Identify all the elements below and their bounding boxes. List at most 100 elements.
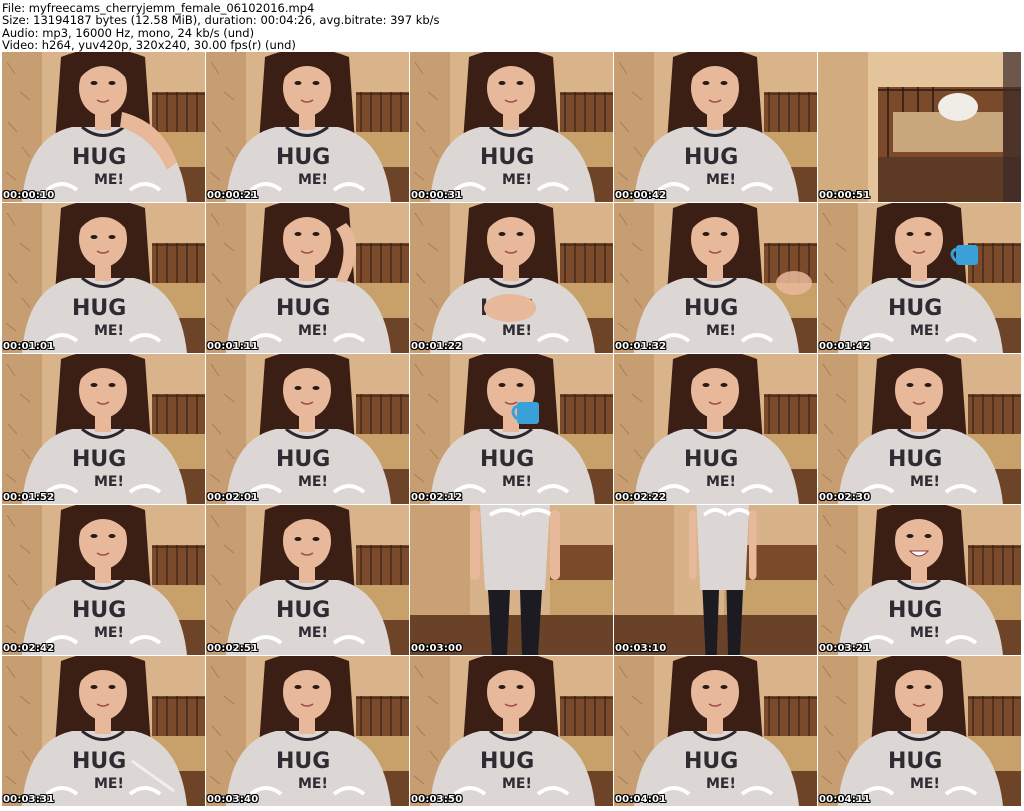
thumbnail-frame: HUG ME! 00:01:42 [818, 203, 1021, 353]
thumbnail-image: HUG ME! [206, 505, 409, 655]
thumbnail-frame: HUG ME! 00:01:01 [2, 203, 205, 353]
timestamp-label: 00:00:31 [411, 190, 463, 201]
thumbnail-image: HUG ME! [206, 52, 409, 202]
timestamp-label: 00:03:00 [411, 643, 463, 654]
svg-text:ME!: ME! [94, 625, 124, 641]
timestamp-label: 00:01:32 [615, 341, 667, 352]
thumbnail-image: HUG ME! [614, 203, 817, 353]
thumbnail-image: HUG ME! [410, 203, 613, 353]
timestamp-label: 00:00:42 [615, 190, 667, 201]
thumbnail-image: HUG ME! [206, 656, 409, 806]
file-size-line: Size: 13194187 bytes (12.58 MiB), durati… [2, 13, 440, 28]
svg-text:HUG: HUG [72, 598, 126, 623]
timestamp-label: 00:01:52 [3, 492, 55, 503]
svg-text:HUG: HUG [888, 296, 942, 321]
svg-text:ME!: ME! [706, 172, 736, 188]
svg-text:HUG: HUG [888, 598, 942, 623]
timestamp-label: 00:03:31 [3, 794, 55, 805]
thumbnail-image: HUG ME! [206, 203, 409, 353]
timestamp-label: 00:03:50 [411, 794, 463, 805]
thumbnail-image: HUG ME! [818, 505, 1021, 655]
thumbnail-image: HUG ME! [410, 656, 613, 806]
svg-text:ME!: ME! [706, 323, 736, 339]
thumbnail-frame: 00:03:10 [614, 505, 817, 655]
thumbnail-image: HUG ME! [410, 354, 613, 504]
svg-text:ME!: ME! [298, 474, 328, 490]
timestamp-label: 00:01:11 [207, 341, 259, 352]
svg-text:ME!: ME! [502, 172, 532, 188]
svg-text:ME!: ME! [502, 474, 532, 490]
svg-text:ME!: ME! [94, 172, 124, 188]
thumbnail-frame: HUG ME! 00:00:31 [410, 52, 613, 202]
thumbnail-frame: HUG ME! 00:02:22 [614, 354, 817, 504]
svg-text:ME!: ME! [910, 625, 940, 641]
timestamp-label: 00:01:42 [819, 341, 871, 352]
timestamp-label: 00:02:22 [615, 492, 667, 503]
svg-text:ME!: ME! [298, 172, 328, 188]
svg-text:HUG: HUG [276, 447, 330, 472]
timestamp-label: 00:04:01 [615, 794, 667, 805]
timestamp-label: 00:03:40 [207, 794, 259, 805]
thumbnail-frame: HUG ME! 00:02:12 [410, 354, 613, 504]
thumbnail-image: HUG ME! [818, 656, 1021, 806]
thumbnail-frame: HUG ME! 00:01:22 [410, 203, 613, 353]
thumbnail-image: HUG ME! [614, 354, 817, 504]
thumbnail-image: HUG ME! [206, 354, 409, 504]
thumbnail-frame: HUG ME! 00:00:42 [614, 52, 817, 202]
timestamp-label: 00:02:51 [207, 643, 259, 654]
svg-text:HUG: HUG [276, 749, 330, 774]
thumbnail-image: HUG ME! [614, 656, 817, 806]
svg-text:ME!: ME! [706, 776, 736, 792]
thumbnail-image: HUG ME! [2, 52, 205, 202]
thumbnail-frame: HUG ME! 00:02:51 [206, 505, 409, 655]
svg-text:ME!: ME! [298, 776, 328, 792]
svg-text:HUG: HUG [888, 749, 942, 774]
svg-text:HUG: HUG [72, 296, 126, 321]
svg-text:HUG: HUG [480, 749, 534, 774]
timestamp-label: 00:02:12 [411, 492, 463, 503]
thumbnail-image [410, 505, 613, 655]
thumbnail-image: HUG ME! [2, 505, 205, 655]
thumbnail-frame: HUG ME! 00:04:01 [614, 656, 817, 806]
svg-text:ME!: ME! [910, 474, 940, 490]
svg-text:ME!: ME! [706, 474, 736, 490]
svg-text:HUG: HUG [684, 145, 738, 170]
thumbnail-frame: HUG ME! 00:01:32 [614, 203, 817, 353]
timestamp-label: 00:00:51 [819, 190, 871, 201]
timestamp-label: 00:01:01 [3, 341, 55, 352]
timestamp-label: 00:03:10 [615, 643, 667, 654]
timestamp-label: 00:02:01 [207, 492, 259, 503]
svg-text:HUG: HUG [480, 447, 534, 472]
thumbnail-image [818, 52, 1021, 202]
timestamp-label: 00:04:11 [819, 794, 871, 805]
thumbnail-frame: 00:03:00 [410, 505, 613, 655]
thumbnail-frame: HUG ME! 00:02:30 [818, 354, 1021, 504]
svg-text:ME!: ME! [94, 474, 124, 490]
thumbnail-frame: 00:00:51 [818, 52, 1021, 202]
thumbnail-frame: HUG ME! 00:03:40 [206, 656, 409, 806]
thumbnail-frame: HUG ME! 00:03:31 [2, 656, 205, 806]
timestamp-label: 00:02:30 [819, 492, 871, 503]
thumbnail-image: HUG ME! [2, 203, 205, 353]
thumbnail-frame: HUG ME! 00:00:10 [2, 52, 205, 202]
timestamp-label: 00:03:21 [819, 643, 871, 654]
svg-text:HUG: HUG [276, 598, 330, 623]
video-info-line: Video: h264, yuv420p, 320x240, 30.00 fps… [2, 37, 296, 52]
svg-text:ME!: ME! [298, 323, 328, 339]
thumbnail-frame: HUG ME! 00:02:01 [206, 354, 409, 504]
thumbnail-grid: HUG ME! 00:00:10 HUG ME! 00:00:21 HUG ME… [2, 52, 1022, 810]
timestamp-label: 00:02:42 [3, 643, 55, 654]
svg-text:ME!: ME! [910, 323, 940, 339]
timestamp-label: 00:00:10 [3, 190, 55, 201]
thumbnail-frame: HUG ME! 00:03:21 [818, 505, 1021, 655]
svg-text:ME!: ME! [94, 323, 124, 339]
thumbnail-image [614, 505, 817, 655]
thumbnail-frame: HUG ME! 00:00:21 [206, 52, 409, 202]
svg-text:ME!: ME! [502, 323, 532, 339]
svg-text:HUG: HUG [72, 447, 126, 472]
svg-text:HUG: HUG [72, 145, 126, 170]
thumbnail-image: HUG ME! [2, 656, 205, 806]
thumbnail-frame: HUG ME! 00:01:11 [206, 203, 409, 353]
file-info-header: File: myfreecams_cherryjemm_female_06102… [0, 0, 1024, 52]
thumbnail-image: HUG ME! [818, 354, 1021, 504]
